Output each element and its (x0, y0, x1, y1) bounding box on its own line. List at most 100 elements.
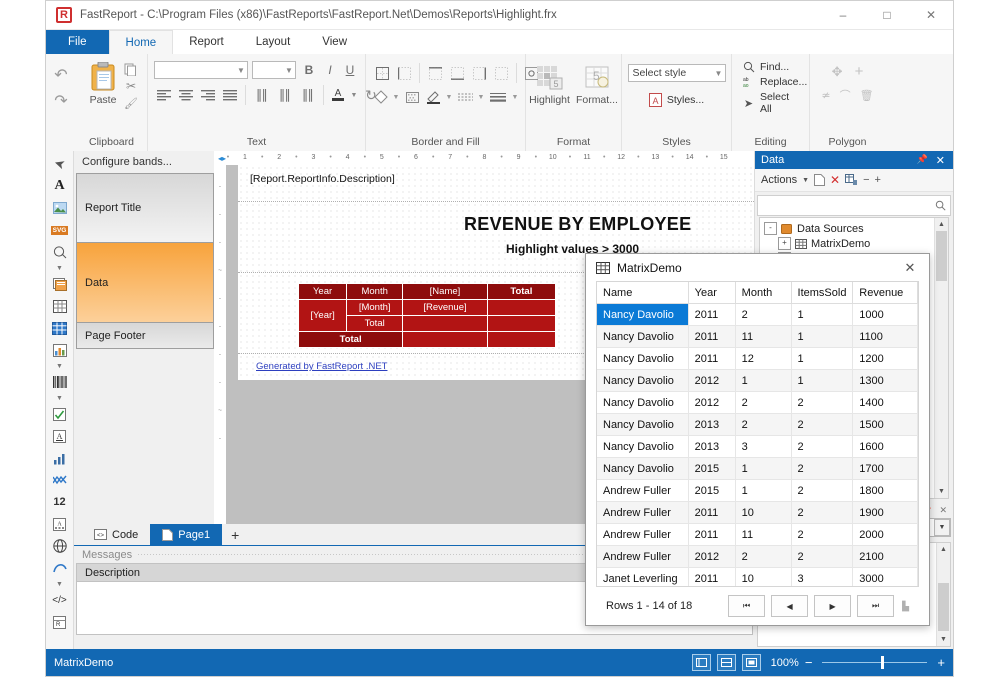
font-name-combo[interactable]: ▼ (154, 61, 248, 79)
barcode-dropdown[interactable]: ▼ (46, 393, 73, 403)
data-grid-column-header[interactable]: Month (735, 282, 792, 304)
data-grid-cell[interactable]: 3 (791, 567, 854, 586)
next-page-button[interactable]: ▶ (814, 595, 852, 617)
add-page-button[interactable]: + (222, 524, 248, 545)
data-grid-cell[interactable]: 12 (735, 347, 792, 370)
data-grid-cell[interactable]: 2012 (688, 391, 736, 414)
matrix-cell[interactable]: [Revenue] (402, 299, 488, 316)
subreport-object-tool[interactable] (46, 273, 73, 295)
data-grid-cell[interactable]: Nancy Davolio (597, 325, 689, 348)
matrix-cell[interactable]: Total (486, 283, 557, 300)
data-grid-cell[interactable]: 2 (791, 413, 854, 436)
data-grid-cell[interactable]: 2011 (688, 303, 736, 326)
minimize-button[interactable]: – (821, 1, 865, 29)
data-grid-cell[interactable]: 2013 (688, 413, 736, 436)
previous-page-button[interactable]: ◀ (771, 595, 809, 617)
data-grid-cell[interactable]: Nancy Davolio (597, 347, 689, 370)
expand-all-icon[interactable]: + (875, 174, 881, 186)
data-grid-row[interactable]: Andrew Fuller 2015 1 2 1800 (597, 479, 918, 502)
data-grid-cell[interactable]: Andrew Fuller (597, 523, 689, 546)
zoom-out-button[interactable]: − (805, 655, 813, 670)
close-icon[interactable]: ✕ (936, 154, 945, 167)
data-grid-cell[interactable]: 1 (791, 347, 854, 370)
html-object-tool[interactable]: </> (46, 589, 73, 611)
data-grid-cell[interactable]: 3 (735, 435, 792, 458)
border-none-icon[interactable] (491, 66, 511, 80)
data-grid-cell[interactable]: 2011 (688, 501, 736, 524)
paste-button[interactable]: Paste (82, 60, 124, 106)
resize-grip-icon[interactable]: ▙ (902, 601, 909, 612)
matrix-cell[interactable]: Month (346, 283, 404, 300)
richtext-object-tool[interactable]: A (46, 425, 73, 447)
data-grid-cell[interactable]: 1 (791, 369, 854, 392)
align-justify-icon[interactable] (220, 86, 240, 104)
data-grid-row[interactable]: Janet Leverling 2011 10 3 3000 (597, 567, 918, 586)
matrix-cell[interactable]: [Year] (297, 299, 348, 332)
chart-object-tool[interactable] (46, 339, 73, 361)
matrix-object-tool[interactable] (46, 317, 73, 339)
underline-button[interactable]: U (342, 63, 358, 77)
properties-vertical-scrollbar[interactable]: ▲ ▼ (936, 543, 950, 646)
footer-link-object[interactable]: Generated by FastReport .NET (256, 361, 387, 372)
data-grid-cell[interactable]: 2100 (852, 545, 918, 568)
data-grid-cell[interactable]: 2 (791, 479, 854, 502)
add-point-icon[interactable]: + (855, 63, 864, 80)
barcode-object-tool[interactable] (46, 371, 73, 393)
tab-report[interactable]: Report (173, 30, 240, 54)
data-grid-cell[interactable]: Nancy Davolio (597, 369, 689, 392)
scroll-down-button[interactable]: ▼ (937, 633, 950, 646)
replace-button[interactable]: ab ao Replace... (742, 76, 808, 88)
band-page-footer[interactable]: Page Footer (76, 323, 214, 349)
data-grid-cell[interactable]: 3000 (852, 567, 918, 586)
shape-dropdown[interactable]: ▼ (46, 263, 73, 273)
data-grid-cell[interactable]: 1200 (852, 347, 918, 370)
actions-menu-label[interactable]: Actions (761, 174, 797, 186)
bold-button[interactable]: B (300, 63, 318, 77)
description-field-object[interactable]: [Report.ReportInfo.Description] (250, 173, 395, 185)
data-grid-row[interactable]: Nancy Davolio 2012 2 2 1400 (597, 391, 918, 414)
fill-pattern-icon[interactable] (402, 91, 422, 103)
border-left-icon[interactable] (394, 66, 414, 80)
redo-icon[interactable]: ↷ (54, 88, 67, 114)
select-all-button[interactable]: ➤ Select All (742, 91, 803, 115)
align-middle-icon[interactable]: ∥∥ (274, 86, 295, 104)
data-grid-cell[interactable]: Nancy Davolio (597, 435, 689, 458)
data-grid-row[interactable]: Nancy Davolio 2012 1 1 1300 (597, 369, 918, 392)
font-size-combo[interactable]: ▼ (252, 61, 296, 79)
band-report-title[interactable]: Report Title (76, 173, 214, 243)
scroll-up-button[interactable]: ▲ (937, 543, 950, 556)
data-grid-column-header[interactable]: Revenue (852, 282, 918, 304)
maximize-button[interactable]: □ (865, 1, 909, 29)
matrix-cell[interactable]: Total (297, 331, 404, 348)
view-fullwidth-icon[interactable] (741, 654, 761, 671)
data-grid-cell[interactable]: 2 (791, 545, 854, 568)
data-grid-cell[interactable]: 2012 (688, 369, 736, 392)
close-button[interactable]: ✕ (909, 1, 953, 29)
data-grid-cell[interactable]: Andrew Fuller (597, 501, 689, 524)
data-grid-cell[interactable]: 1400 (852, 391, 918, 414)
chevron-down-icon[interactable]: ▼ (444, 94, 454, 101)
border-top-icon[interactable] (425, 66, 445, 80)
matrix-cell[interactable]: Year (297, 283, 348, 300)
data-grid-cell[interactable]: 1500 (852, 413, 918, 436)
shape-object-tool[interactable] (46, 241, 73, 263)
zoom-slider[interactable] (822, 656, 928, 669)
data-grid-cell[interactable]: 1100 (852, 325, 918, 348)
italic-button[interactable]: I (322, 63, 338, 77)
tab-layout[interactable]: Layout (240, 30, 307, 54)
sparkline-object-tool[interactable] (46, 469, 73, 491)
data-grid-cell[interactable]: 1 (735, 479, 792, 502)
data-grid-cell[interactable]: Nancy Davolio (597, 303, 689, 326)
fill-color-icon[interactable] (372, 90, 390, 104)
chart-dropdown[interactable]: ▼ (46, 361, 73, 371)
text-color-icon[interactable]: A (329, 86, 347, 104)
data-grid-row[interactable]: Nancy Davolio 2011 12 1 1200 (597, 347, 918, 370)
dialog-close-button[interactable]: ✕ (897, 257, 923, 279)
data-grid-cell[interactable]: 1900 (852, 501, 918, 524)
data-grid-cell[interactable]: 11 (735, 523, 792, 546)
data-grid-cell[interactable]: 10 (735, 567, 792, 586)
data-grid-cell[interactable]: 2 (791, 391, 854, 414)
digital-signature-tool[interactable]: 12 (46, 491, 73, 513)
data-grid-row[interactable]: Nancy Davolio 2013 2 2 1500 (597, 413, 918, 436)
report-title-text[interactable]: REVENUE BY EMPLOYEE (464, 214, 691, 235)
